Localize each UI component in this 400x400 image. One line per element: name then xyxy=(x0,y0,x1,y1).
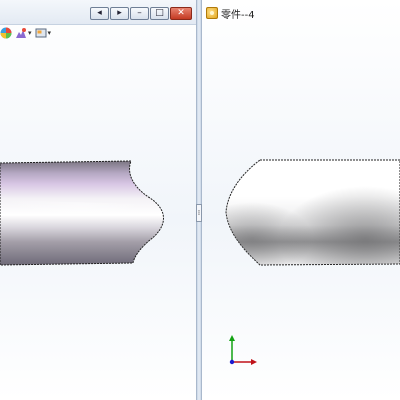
shaft-shadow-left xyxy=(226,160,400,265)
part-model-left[interactable] xyxy=(0,0,196,400)
left-graphics-area[interactable]: ◂ ▸ – □ ✕ ▾ ▾ xyxy=(0,0,196,400)
y-axis-arrow-icon xyxy=(229,335,235,341)
x-axis-arrow-icon xyxy=(251,359,257,365)
z-axis xyxy=(229,359,235,365)
reference-triad xyxy=(229,335,257,365)
